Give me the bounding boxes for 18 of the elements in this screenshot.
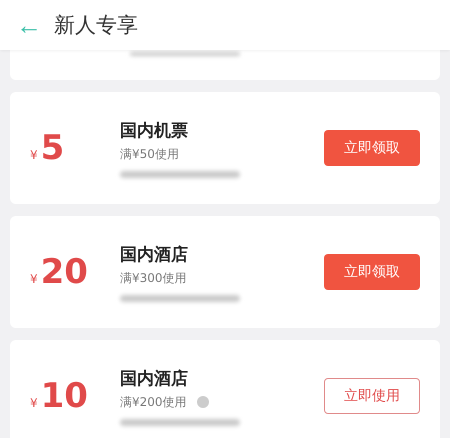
coupon-condition: 满¥50使用	[120, 146, 179, 162]
coupon-button[interactable]: 立即领取	[324, 254, 420, 290]
currency-sign: ¥	[30, 148, 38, 162]
coupon-button[interactable]: 立即领取	[324, 130, 420, 166]
coupon-title: 国内酒店	[120, 368, 189, 390]
coupon-title: 国内机票	[120, 120, 189, 142]
currency-sign: ¥	[30, 272, 38, 286]
page-title: 新人专享	[54, 12, 138, 39]
coupon-amount: 5	[40, 128, 64, 168]
coupon-condition: 满¥300使用	[120, 270, 187, 286]
currency-sign: ¥	[30, 396, 38, 410]
coupon-amount: 20	[40, 252, 88, 292]
back-button[interactable]: ←	[16, 12, 42, 38]
info-icon[interactable]	[196, 396, 209, 408]
coupon-button[interactable]: 立即使用	[324, 378, 420, 414]
coupon-title: 国内酒店	[120, 244, 189, 266]
coupon-condition: 满¥200使用	[120, 394, 187, 410]
coupon-amount: 10	[40, 376, 88, 416]
